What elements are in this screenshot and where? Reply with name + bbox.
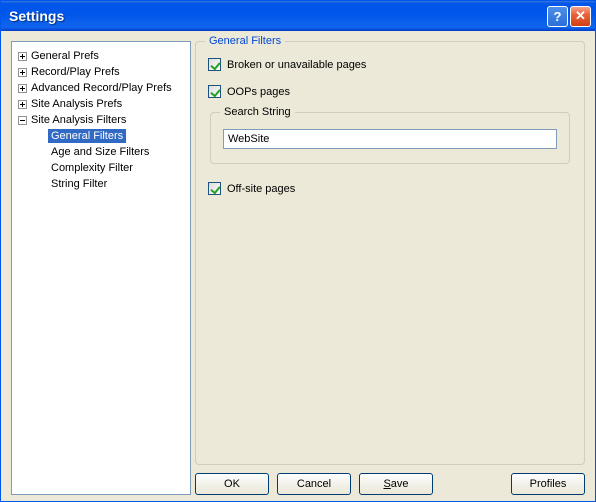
tree-label: Site Analysis Filters [31,114,126,126]
tree-item-record-play-prefs[interactable]: Record/Play Prefs [14,64,188,80]
tree-label: Age and Size Filters [48,145,152,159]
oops-pages-row: OOPs pages [208,85,572,98]
expand-icon[interactable] [18,68,27,77]
profiles-button[interactable]: Profiles [511,473,585,495]
tree-label: Site Analysis Prefs [31,98,122,110]
general-filters-group: General Filters Broken or unavailable pa… [195,41,585,465]
save-button[interactable]: Save [359,473,433,495]
offsite-pages-label: Off-site pages [227,183,295,195]
ok-button[interactable]: OK [195,473,269,495]
tree-label: Advanced Record/Play Prefs [31,82,172,94]
broken-pages-label: Broken or unavailable pages [227,59,366,71]
spacer [441,473,503,495]
group-title: General Filters [205,35,285,47]
close-icon: ✕ [575,8,586,24]
tree-item-general-filters[interactable]: General Filters [14,128,188,144]
broken-pages-row: Broken or unavailable pages [208,58,572,71]
expand-icon[interactable] [18,52,27,61]
right-panel: General Filters Broken or unavailable pa… [195,41,585,495]
expand-icon[interactable] [18,84,27,93]
tree-item-advanced-record-play-prefs[interactable]: Advanced Record/Play Prefs [14,80,188,96]
tree-item-site-analysis-filters[interactable]: Site Analysis Filters [14,112,188,128]
broken-pages-checkbox[interactable] [208,58,221,71]
tree-label: String Filter [48,177,110,191]
window-title: Settings [9,8,547,24]
button-row: OK Cancel Save Profiles [195,465,585,495]
search-string-title: Search String [220,106,295,118]
expand-icon[interactable] [18,100,27,109]
offsite-pages-row: Off-site pages [208,182,572,195]
help-button[interactable]: ? [547,6,568,27]
titlebar-buttons: ? ✕ [547,6,591,27]
titlebar: Settings ? ✕ [1,1,595,31]
tree-label: General Prefs [31,50,99,62]
tree-item-site-analysis-prefs[interactable]: Site Analysis Prefs [14,96,188,112]
tree-item-age-size-filters[interactable]: Age and Size Filters [14,144,188,160]
tree-label: Complexity Filter [48,161,136,175]
oops-pages-label: OOPs pages [227,86,290,98]
nav-tree[interactable]: General Prefs Record/Play Prefs Advanced… [11,41,191,495]
close-button[interactable]: ✕ [570,6,591,27]
oops-pages-checkbox[interactable] [208,85,221,98]
offsite-pages-checkbox[interactable] [208,182,221,195]
collapse-icon[interactable] [18,116,27,125]
help-icon: ? [554,9,562,24]
tree-label: General Filters [48,129,126,143]
settings-window: Settings ? ✕ General Prefs Record/Play P… [0,0,596,502]
search-string-input[interactable] [223,129,557,149]
tree-item-string-filter[interactable]: String Filter [14,176,188,192]
content-area: General Prefs Record/Play Prefs Advanced… [1,31,595,501]
cancel-button[interactable]: Cancel [277,473,351,495]
search-string-group: Search String [210,112,570,164]
tree-item-general-prefs[interactable]: General Prefs [14,48,188,64]
tree-item-complexity-filter[interactable]: Complexity Filter [14,160,188,176]
tree-label: Record/Play Prefs [31,66,120,78]
